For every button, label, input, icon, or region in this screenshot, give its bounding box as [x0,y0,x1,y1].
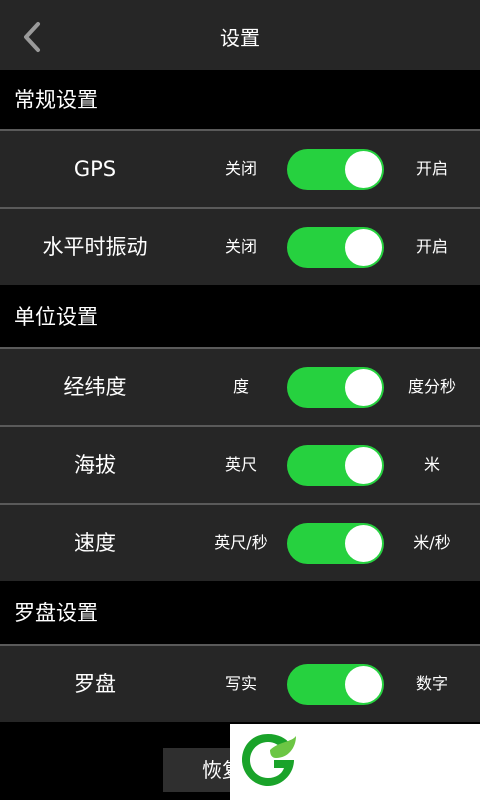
setting-row-vibrate: 水平时振动 关闭 开启 [0,209,480,285]
setting-row-latlon: 经纬度 度 度分秒 [0,349,480,425]
top-bar: 设置 [0,0,480,70]
toggle-knob [345,229,382,266]
compass-toggle[interactable] [287,664,384,705]
row-label: 经纬度 [63,375,127,399]
option-right-label: 数字 [415,674,448,693]
option-right-label: 米 [423,455,440,474]
option-off-label: 关闭 [224,159,257,178]
toggle-knob [345,447,382,484]
option-left-label: 写实 [224,674,257,693]
row-label: 水平时振动 [42,235,148,259]
option-left-label: 英尺 [224,455,257,474]
section-compass: 罗盘设置 [0,583,480,643]
section-general: 常规设置 [0,70,480,130]
option-off-label: 关闭 [224,237,257,256]
speed-toggle[interactable] [287,523,384,564]
setting-row-gps: GPS 关闭 开启 [0,131,480,207]
row-label: GPS [73,157,117,181]
leaf-logo-icon [242,734,296,786]
toggle-knob [345,525,382,562]
option-on-label: 开启 [415,237,448,256]
setting-row-altitude: 海拔 英尺 米 [0,427,480,503]
gps-toggle[interactable] [287,149,384,190]
toggle-knob [345,666,382,703]
option-right-label: 米/秒 [413,533,451,552]
toggle-knob [345,369,382,406]
setting-row-speed: 速度 英尺/秒 米/秒 [0,505,480,581]
altitude-toggle[interactable] [287,445,384,486]
setting-row-compass: 罗盘 写实 数字 [0,646,480,722]
row-label: 海拔 [74,453,116,477]
option-on-label: 开启 [415,159,448,178]
section-units: 单位设置 [0,287,480,347]
option-right-label: 度分秒 [407,377,456,396]
option-left-label: 度 [232,377,249,396]
toggle-knob [345,151,382,188]
latlon-toggle[interactable] [287,367,384,408]
row-label: 罗盘 [74,672,116,696]
option-left-label: 英尺/秒 [214,533,268,552]
page-title: 设置 [220,26,260,50]
row-label: 速度 [74,531,116,555]
vibrate-toggle[interactable] [287,227,384,268]
